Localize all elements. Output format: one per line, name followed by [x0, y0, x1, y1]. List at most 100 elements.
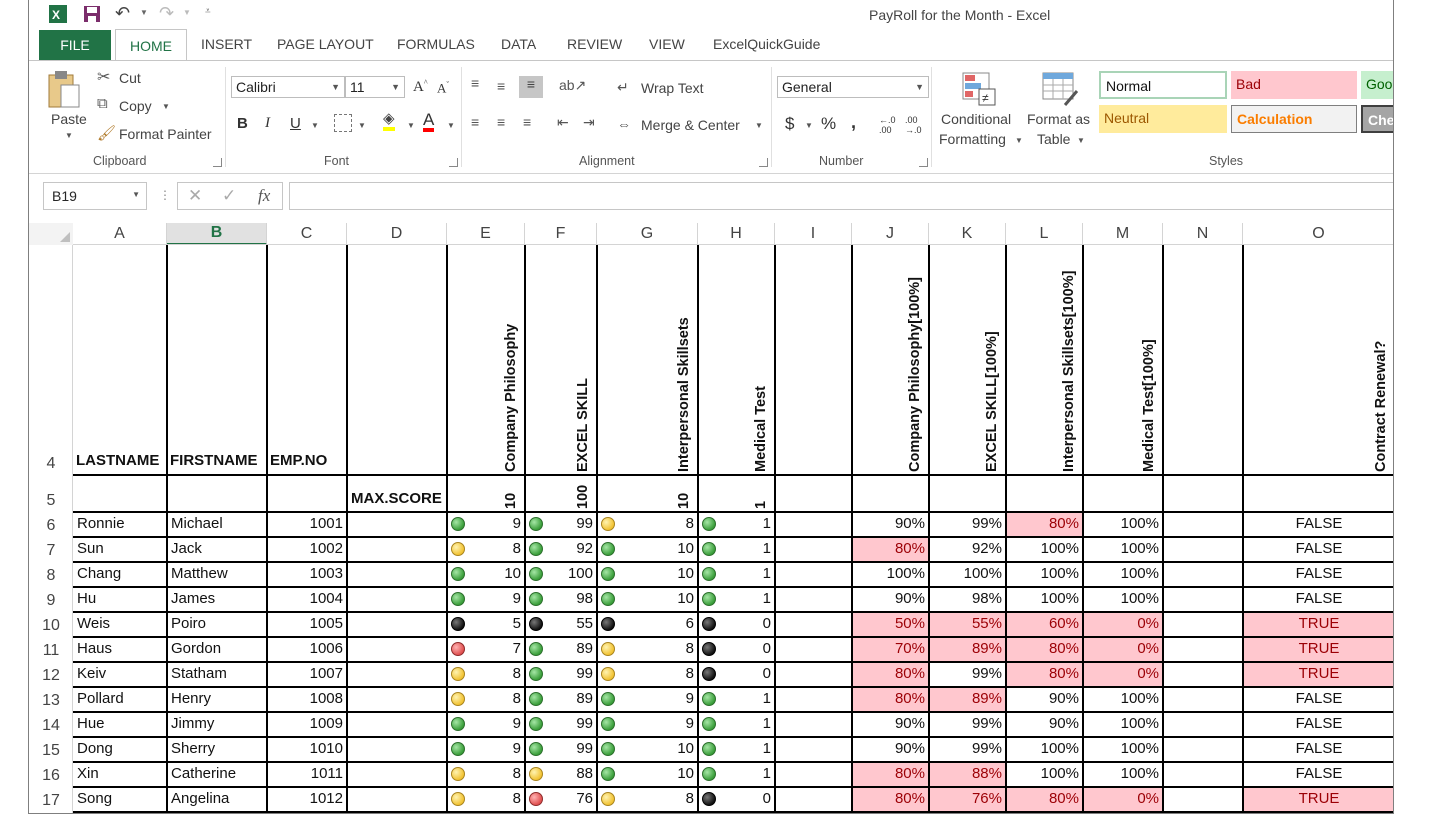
- cell-percent-l[interactable]: 100%: [1006, 765, 1083, 782]
- cell-percent-l[interactable]: 100%: [1006, 740, 1083, 757]
- cell-percent-k[interactable]: 76%: [929, 790, 1006, 807]
- undo-icon[interactable]: ↶: [115, 3, 130, 24]
- column-header-o[interactable]: O: [1243, 223, 1393, 245]
- increase-indent-icon[interactable]: ⇥: [583, 114, 595, 131]
- cell-percent-j[interactable]: 50%: [852, 615, 929, 632]
- percent-button[interactable]: %: [821, 114, 836, 134]
- merge-dropdown-icon[interactable]: ▼: [755, 121, 763, 130]
- currency-dropdown-icon[interactable]: ▼: [805, 121, 813, 130]
- cell-score-g[interactable]: 8: [597, 790, 698, 807]
- cell-percent-k[interactable]: 88%: [929, 765, 1006, 782]
- cell-lastname[interactable]: Haus: [73, 640, 167, 657]
- conditional-formatting-label-2[interactable]: Formatting: [939, 131, 1006, 147]
- align-left-icon[interactable]: ≡: [471, 114, 479, 130]
- cell-percent-m[interactable]: 100%: [1083, 565, 1163, 582]
- enter-icon[interactable]: ✓: [222, 186, 236, 206]
- cell-score-e[interactable]: 10: [447, 565, 525, 582]
- format-painter-icon[interactable]: 🖌: [97, 124, 116, 142]
- row-header-10[interactable]: 10: [29, 612, 73, 637]
- cell-contract-renewal[interactable]: FALSE: [1243, 690, 1393, 707]
- column-header-a[interactable]: A: [73, 223, 167, 245]
- cell-score-h[interactable]: 1: [698, 565, 775, 582]
- cell-firstname[interactable]: Sherry: [167, 740, 267, 757]
- cell-score-e[interactable]: 9: [447, 515, 525, 532]
- cell-empno[interactable]: 1005: [267, 615, 347, 632]
- cell-percent-l[interactable]: 80%: [1006, 640, 1083, 657]
- wrap-text-icon[interactable]: ↵: [617, 79, 629, 96]
- cell-percent-k[interactable]: 99%: [929, 515, 1006, 532]
- cell-percent-k[interactable]: 99%: [929, 740, 1006, 757]
- tab-formulas[interactable]: FORMULAS: [397, 36, 475, 52]
- format-table-dropdown-icon[interactable]: ▼: [1077, 136, 1085, 145]
- cell-percent-l[interactable]: 100%: [1006, 540, 1083, 557]
- cell-contract-renewal[interactable]: FALSE: [1243, 540, 1393, 557]
- copy-button[interactable]: Copy: [119, 98, 152, 114]
- wrap-text-button[interactable]: Wrap Text: [641, 80, 704, 96]
- column-header-b[interactable]: B: [167, 223, 267, 245]
- cut-icon[interactable]: ✂: [97, 67, 110, 87]
- cell-contract-renewal[interactable]: TRUE: [1243, 615, 1393, 632]
- cell-percent-j[interactable]: 90%: [852, 515, 929, 532]
- cell-score-h[interactable]: 0: [698, 615, 775, 632]
- cell-score-f[interactable]: 88: [525, 765, 597, 782]
- cell-percent-j[interactable]: 80%: [852, 665, 929, 682]
- cell-lastname[interactable]: Weis: [73, 615, 167, 632]
- cell-score-f[interactable]: 99: [525, 515, 597, 532]
- column-header-l[interactable]: L: [1006, 223, 1083, 245]
- number-launcher-icon[interactable]: [919, 158, 928, 167]
- cell-percent-m[interactable]: 100%: [1083, 715, 1163, 732]
- cell-contract-renewal[interactable]: TRUE: [1243, 640, 1393, 657]
- row-header-17[interactable]: 17: [29, 787, 73, 812]
- cell-percent-m[interactable]: 100%: [1083, 690, 1163, 707]
- cell-score-e[interactable]: 7: [447, 640, 525, 657]
- cell-score-h[interactable]: 1: [698, 540, 775, 557]
- cell-percent-l[interactable]: 90%: [1006, 690, 1083, 707]
- cell-empno[interactable]: 1010: [267, 740, 347, 757]
- cell-score-h[interactable]: 1: [698, 590, 775, 607]
- cell-firstname[interactable]: Poiro: [167, 615, 267, 632]
- cell-percent-k[interactable]: 55%: [929, 615, 1006, 632]
- row-header-11[interactable]: 11: [29, 637, 73, 662]
- column-header-j[interactable]: J: [852, 223, 929, 245]
- cell-score-f[interactable]: 76: [525, 790, 597, 807]
- cell-percent-m[interactable]: 0%: [1083, 790, 1163, 807]
- format-as-table-label-2[interactable]: Table: [1037, 131, 1070, 147]
- font-color-icon[interactable]: A: [423, 111, 435, 132]
- column-header-n[interactable]: N: [1163, 223, 1243, 245]
- cell-contract-renewal[interactable]: FALSE: [1243, 740, 1393, 757]
- cell-contract-renewal[interactable]: FALSE: [1243, 565, 1393, 582]
- grow-font-icon[interactable]: A^: [413, 78, 428, 96]
- cell-percent-k[interactable]: 98%: [929, 590, 1006, 607]
- cell-lastname[interactable]: Song: [73, 790, 167, 807]
- cell-firstname[interactable]: Henry: [167, 690, 267, 707]
- decrease-indent-icon[interactable]: ⇤: [557, 114, 569, 131]
- cell-score-e[interactable]: 9: [447, 740, 525, 757]
- clipboard-launcher-icon[interactable]: [213, 158, 222, 167]
- decrease-decimal-icon[interactable]: .00 →.0: [905, 115, 922, 135]
- cell-empno[interactable]: 1009: [267, 715, 347, 732]
- column-header-f[interactable]: F: [525, 223, 597, 245]
- borders-icon[interactable]: [334, 114, 352, 132]
- shrink-font-icon[interactable]: Aˇ: [437, 80, 449, 96]
- cell-score-h[interactable]: 1: [698, 715, 775, 732]
- cell-firstname[interactable]: Matthew: [167, 565, 267, 582]
- column-header-e[interactable]: E: [447, 223, 525, 245]
- style-normal[interactable]: Normal: [1099, 71, 1227, 99]
- row-header-12[interactable]: 12: [29, 662, 73, 687]
- cell-score-g[interactable]: 8: [597, 640, 698, 657]
- cell-score-g[interactable]: 8: [597, 515, 698, 532]
- cell-score-e[interactable]: 8: [447, 765, 525, 782]
- font-launcher-icon[interactable]: [449, 158, 458, 167]
- cell-empno[interactable]: 1004: [267, 590, 347, 607]
- formula-input[interactable]: [289, 182, 1393, 210]
- redo-icon[interactable]: ↷: [159, 3, 174, 24]
- insert-function-button[interactable]: fx: [258, 186, 270, 206]
- cell-firstname[interactable]: Michael: [167, 515, 267, 532]
- cell-score-g[interactable]: 10: [597, 765, 698, 782]
- cell-firstname[interactable]: Gordon: [167, 640, 267, 657]
- cell-firstname[interactable]: James: [167, 590, 267, 607]
- format-painter-button[interactable]: Format Painter: [119, 126, 212, 142]
- cell-score-e[interactable]: 8: [447, 540, 525, 557]
- format-as-table-label-1[interactable]: Format as: [1027, 111, 1090, 127]
- cell-contract-renewal[interactable]: FALSE: [1243, 715, 1393, 732]
